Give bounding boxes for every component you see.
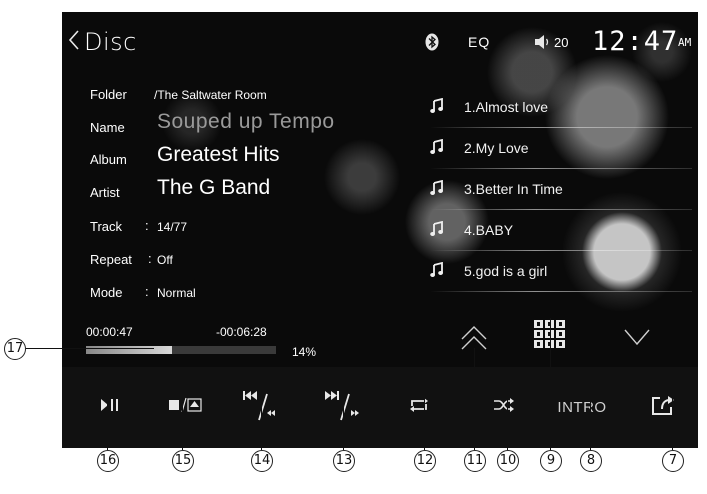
callout-number: 8 <box>580 450 602 472</box>
music-note-icon <box>430 261 448 280</box>
callout-line <box>474 348 475 450</box>
track-name: 5.god is a girl <box>464 263 548 279</box>
intro-label: INTRO <box>557 399 607 416</box>
track-name: 1.Almost love <box>464 99 549 115</box>
stop-eject-button[interactable] <box>162 367 208 448</box>
mode-label: Mode <box>90 285 123 300</box>
repeat-label: Repeat <box>90 252 132 267</box>
volume-level: 20 <box>554 35 569 50</box>
artist-label: Artist <box>90 185 120 200</box>
elapsed-time: 00:00:47 <box>86 325 133 339</box>
player-screen: Disc EQ 20 12:47 AM Folder /The Saltwate… <box>62 12 698 448</box>
control-bar: INTRO <box>62 367 698 448</box>
repeat-button[interactable] <box>402 367 436 448</box>
album-label: Album <box>90 152 127 167</box>
callout-line <box>507 398 508 450</box>
repeat-separator: : <box>148 251 152 266</box>
name-label: Name <box>90 120 125 135</box>
callout-line <box>343 398 344 450</box>
row-divider <box>430 168 692 169</box>
list-item[interactable]: 3.Better In Time <box>430 172 692 210</box>
intro-button[interactable]: INTRO <box>552 367 612 448</box>
artist-value: The G Band <box>157 176 271 199</box>
chevron-left-icon <box>68 29 80 56</box>
callout-number: 9 <box>540 450 562 472</box>
page-title: Disc <box>84 28 137 56</box>
repeat-value: Off <box>157 253 173 267</box>
callout-line <box>550 318 551 450</box>
callout-line <box>424 398 425 450</box>
exit-button[interactable] <box>644 367 682 448</box>
callout-line <box>590 400 591 450</box>
music-note-icon <box>430 179 448 198</box>
callout-number: 14 <box>251 450 273 472</box>
music-note-icon <box>430 220 448 239</box>
bluetooth-icon <box>425 33 439 56</box>
mode-value: Normal <box>157 286 196 300</box>
callout-number: 7 <box>662 450 684 472</box>
callout-number: 12 <box>414 450 436 472</box>
list-item[interactable]: 4.BABY <box>430 213 692 251</box>
list-item[interactable]: 1.Almost love <box>430 90 692 128</box>
back-button[interactable]: Disc <box>68 26 137 58</box>
callout-line <box>182 400 183 450</box>
mode-separator: : <box>145 284 149 299</box>
row-divider <box>430 291 692 292</box>
track-name: 2.My Love <box>464 140 529 156</box>
callout-number: 17 <box>4 338 26 360</box>
folder-value: /The Saltwater Room <box>154 88 267 102</box>
row-divider <box>430 127 692 128</box>
clock-ampm: AM <box>678 36 692 49</box>
callout-number: 11 <box>464 450 486 472</box>
row-divider <box>430 250 692 251</box>
folder-label: Folder <box>90 87 127 102</box>
clock-time: 12:47 <box>592 26 679 57</box>
track-name: 4.BABY <box>464 222 514 238</box>
callout-line <box>261 398 262 450</box>
music-note-icon <box>430 138 448 157</box>
music-note-icon <box>430 97 448 116</box>
callout-line <box>672 398 673 450</box>
callout-number: 10 <box>497 450 519 472</box>
chevron-down-icon[interactable] <box>622 324 652 355</box>
list-item[interactable]: 5.god is a girl <box>430 254 692 292</box>
eq-button[interactable]: EQ <box>468 34 490 50</box>
callout-number: 15 <box>172 450 194 472</box>
callout-number: 16 <box>97 450 119 472</box>
callout-line <box>107 400 108 450</box>
album-value: Greatest Hits <box>157 143 280 166</box>
track-label: Track <box>90 219 123 234</box>
shuffle-button[interactable] <box>487 367 521 448</box>
callout-line <box>26 348 154 349</box>
progress-percent: 14% <box>292 345 317 359</box>
stop-eject-icon <box>168 397 202 418</box>
play-pause-button[interactable] <box>90 367 130 448</box>
shuffle-icon <box>493 397 515 418</box>
list-item[interactable]: 2.My Love <box>430 131 692 169</box>
row-divider <box>430 209 692 210</box>
track-separator: : <box>145 218 149 233</box>
callout-number: 13 <box>333 450 355 472</box>
name-value: Souped up Tempo <box>157 110 335 133</box>
remaining-time: -00:06:28 <box>216 325 267 339</box>
track-value: 14/77 <box>157 220 188 234</box>
repeat-icon <box>409 397 429 418</box>
track-name: 3.Better In Time <box>464 181 563 197</box>
play-pause-icon <box>100 398 120 417</box>
speaker-icon <box>534 34 552 55</box>
